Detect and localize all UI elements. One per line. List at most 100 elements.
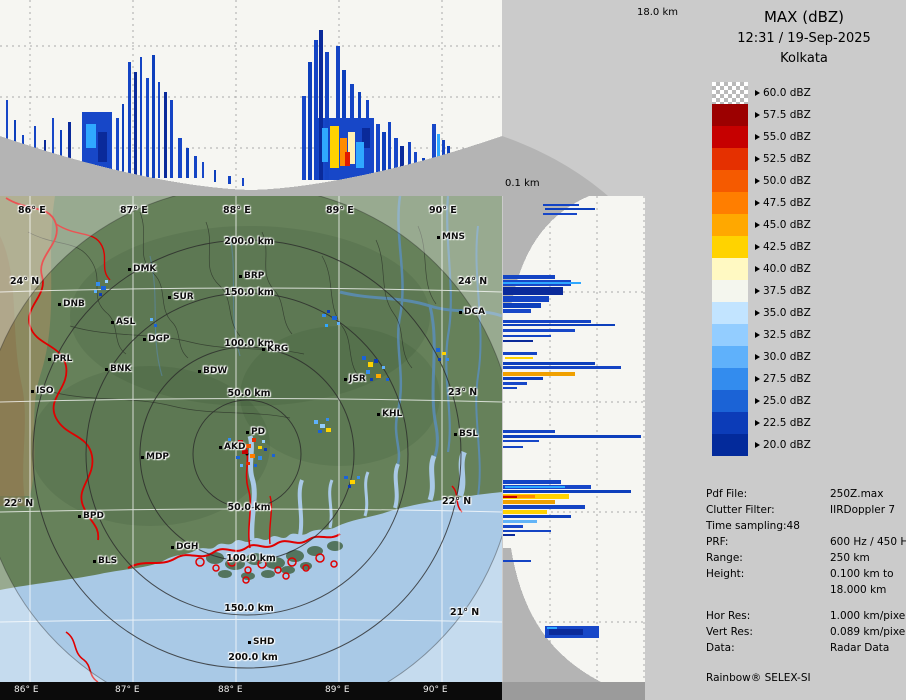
legend-entry: 55.0 dBZ (712, 126, 906, 148)
legend-entry-text: 20.0 dBZ (763, 439, 811, 451)
longitude-axis-label-text: 90° E (423, 685, 448, 695)
legend-entry: 25.0 dBZ (712, 390, 906, 412)
metadata-label: Vert Res: (706, 624, 830, 640)
axis-strip-spacer (502, 682, 645, 700)
legend-arrow-icon (755, 266, 760, 272)
legend-entry: 60.0 dBZ (712, 82, 906, 104)
longitude-axis-label: 88° E (218, 685, 243, 695)
legend-entry-text: 30.0 dBZ (763, 351, 811, 363)
metadata-value: 600 Hz / 450 Hz (830, 534, 906, 550)
metadata-row: Vert Res: 0.089 km/pixel (706, 624, 906, 640)
product-datetime: 12:31 / 19-Sep-2025 (702, 31, 906, 46)
legend-entry-label: 32.5 dBZ (755, 329, 811, 341)
cross-section-ns-panel[interactable] (503, 196, 645, 682)
cross-section-ew-panel[interactable] (0, 0, 502, 196)
legend-panel: MAX (dBZ) 12:31 / 19-Sep-2025 Kolkata 60… (702, 0, 906, 456)
legend-entry-text: 27.5 dBZ (763, 373, 811, 385)
legend-color-swatch (712, 368, 748, 390)
station-name: Kolkata (702, 51, 906, 66)
legend-entry-text: 52.5 dBZ (763, 153, 811, 165)
longitude-axis-label: 87° E (115, 685, 140, 695)
metadata-row: Height: 0.100 km to (706, 566, 906, 582)
legend-arrow-icon (755, 332, 760, 338)
longitude-axis-strip: 86° E 87° E 88° E 89° E 90° E (0, 682, 502, 700)
metadata-value: 1.000 km/pixel (830, 608, 906, 624)
metadata-label (706, 582, 830, 598)
metadata-row: Hor Res: 1.000 km/pixel (706, 608, 906, 624)
legend-arrow-icon (755, 288, 760, 294)
legend-arrow-icon (755, 310, 760, 316)
longitude-axis-label: 86° E (14, 685, 39, 695)
longitude-axis-label: 90° E (423, 685, 448, 695)
metadata-rows: Pdf File: 250Z.max Clutter Filter: IIRDo… (706, 486, 906, 656)
legend-arrow-icon (755, 354, 760, 360)
legend-entry-text: 22.5 dBZ (763, 417, 811, 429)
legend-entry: 42.5 dBZ (712, 236, 906, 258)
legend-arrow-icon (755, 420, 760, 426)
metadata-label: Time sampling:48 (706, 518, 830, 534)
metadata-row: Data: Radar Data (706, 640, 906, 656)
metadata-label: Data: (706, 640, 830, 656)
legend-entry: 27.5 dBZ (712, 368, 906, 390)
legend-entry-label: 45.0 dBZ (755, 219, 811, 231)
legend-entry-text: 55.0 dBZ (763, 131, 811, 143)
legend-arrow-icon (755, 222, 760, 228)
legend-entry: 45.0 dBZ (712, 214, 906, 236)
legend-arrow-icon (755, 90, 760, 96)
metadata-row: Time sampling:48 (706, 518, 906, 534)
metadata-row: Clutter Filter: IIRDoppler 7 (706, 502, 906, 518)
legend-entry-label: 50.0 dBZ (755, 175, 811, 187)
metadata-value: 250Z.max (830, 486, 883, 502)
legend-entry-label: 40.0 dBZ (755, 263, 811, 275)
legend-entry: 30.0 dBZ (712, 346, 906, 368)
cross-section-ns-plot (503, 196, 645, 682)
metadata-label: Height: (706, 566, 830, 582)
legend-color-swatch (712, 258, 748, 280)
legend-entry-text: 60.0 dBZ (763, 87, 811, 99)
software-name: Rainbow® SELEX-SI (706, 670, 906, 686)
radar-map[interactable]: 86° E 87° E 88° E 89° E 90° E 24° N 24° … (0, 196, 502, 682)
legend-entry-text: 35.0 dBZ (763, 307, 811, 319)
legend-entry-text: 57.5 dBZ (763, 109, 811, 121)
legend-entry: 22.5 dBZ (712, 412, 906, 434)
legend-color-swatch (712, 412, 748, 434)
legend-entry-label: 37.5 dBZ (755, 285, 811, 297)
legend-entry-label: 55.0 dBZ (755, 131, 811, 143)
legend-color-swatch (712, 148, 748, 170)
legend-color-swatch (712, 280, 748, 302)
legend-color-swatch (712, 126, 748, 148)
legend-entry: 37.5 dBZ (712, 280, 906, 302)
metadata-row: 18.000 km (706, 582, 906, 598)
legend-entry-label: 25.0 dBZ (755, 395, 811, 407)
legend-color-swatch (712, 302, 748, 324)
legend-entry-label: 27.5 dBZ (755, 373, 811, 385)
legend-arrow-icon (755, 398, 760, 404)
legend-entry: 40.0 dBZ (712, 258, 906, 280)
legend-arrow-icon (755, 244, 760, 250)
legend-color-swatch (712, 434, 748, 456)
metadata-value: 18.000 km (830, 582, 886, 598)
legend-entry-text: 40.0 dBZ (763, 263, 811, 275)
legend-entry: 32.5 dBZ (712, 324, 906, 346)
longitude-axis-label: 89° E (325, 685, 350, 695)
legend-color-swatch (712, 346, 748, 368)
radar-map-graphic (0, 196, 502, 682)
metadata-row: Pdf File: 250Z.max (706, 486, 906, 502)
longitude-axis-label-text: 87° E (115, 685, 140, 695)
longitude-axis-label-text: 89° E (325, 685, 350, 695)
metadata-label: Pdf File: (706, 486, 830, 502)
legend-arrow-icon (755, 156, 760, 162)
legend-entry-label: 42.5 dBZ (755, 241, 811, 253)
legend-entry: 52.5 dBZ (712, 148, 906, 170)
legend-color-swatch (712, 104, 748, 126)
legend-entry-text: 25.0 dBZ (763, 395, 811, 407)
legend-entry-label: 35.0 dBZ (755, 307, 811, 319)
metadata-label: Hor Res: (706, 608, 830, 624)
legend-entry-text: 47.5 dBZ (763, 197, 811, 209)
metadata-value: 0.100 km to (830, 566, 894, 582)
metadata-row: Range: 250 km (706, 550, 906, 566)
color-scale: 60.0 dBZ 57.5 dBZ 55.0 dBZ (712, 82, 906, 456)
legend-entry: 35.0 dBZ (712, 302, 906, 324)
legend-entry-label: 30.0 dBZ (755, 351, 811, 363)
legend-arrow-icon (755, 376, 760, 382)
